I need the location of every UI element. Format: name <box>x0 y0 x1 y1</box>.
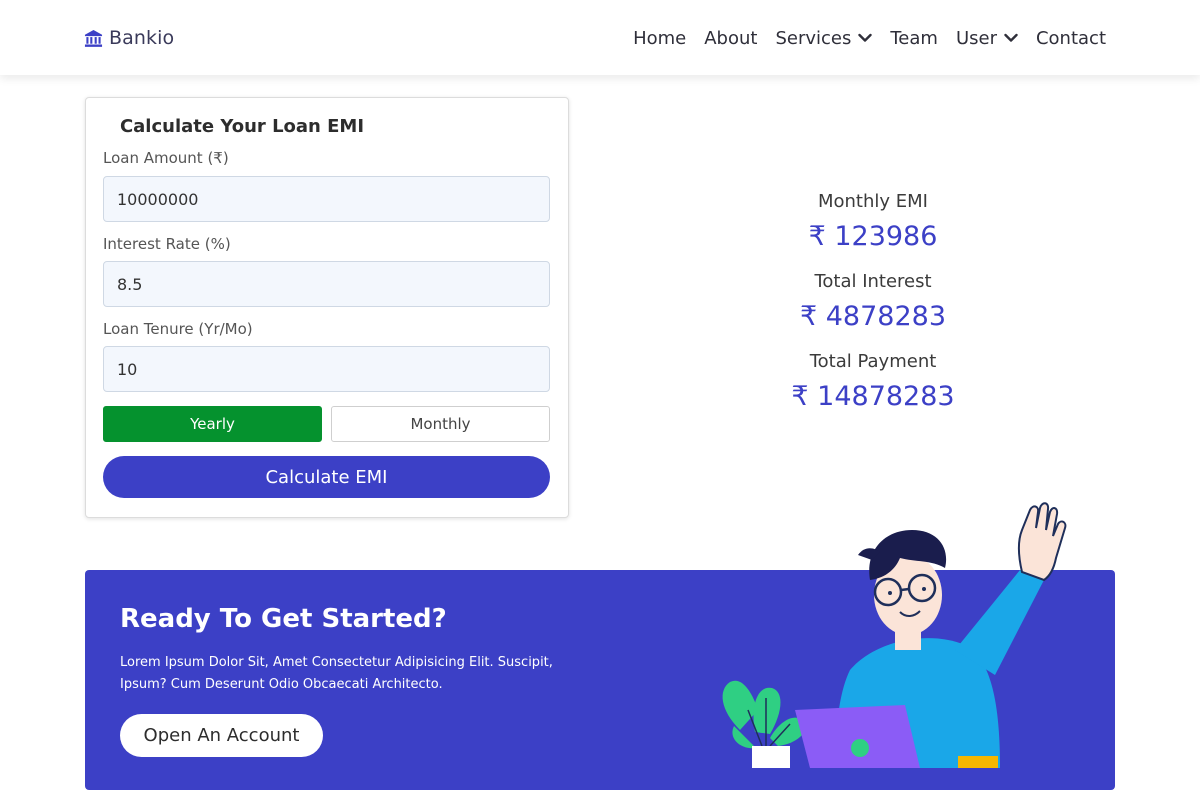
open-account-button[interactable]: Open An Account <box>120 714 323 757</box>
cta-title: Ready To Get Started? <box>120 604 447 634</box>
total-payment-value: ₹ 14878283 <box>791 381 955 412</box>
nav-user-label: User <box>955 27 997 49</box>
chevron-down-icon <box>858 33 873 42</box>
person-waving-illustration <box>722 502 1067 768</box>
calculator-title: Calculate Your Loan EMI <box>119 116 365 137</box>
site-header: Bankio Home About Services Team User Con… <box>0 0 1200 75</box>
brand-name: Bankio <box>109 27 175 49</box>
loan-amount-label: Loan Amount (₹) <box>103 149 229 167</box>
loan-tenure-input[interactable] <box>103 346 550 392</box>
nav-services[interactable]: Services <box>775 27 873 49</box>
nav-team-label: Team <box>890 27 938 49</box>
interest-rate-input[interactable] <box>103 261 550 307</box>
nav-home[interactable]: Home <box>633 28 686 49</box>
brand-logo[interactable]: Bankio <box>84 26 174 50</box>
loan-tenure-label: Loan Tenure (Yr/Mo) <box>103 320 253 338</box>
monthly-emi-value: ₹ 123986 <box>808 221 938 252</box>
interest-rate-label: Interest Rate (%) <box>103 235 231 253</box>
nav-contact[interactable]: Contact <box>1036 28 1106 49</box>
nav-contact-label: Contact <box>1035 27 1106 49</box>
total-interest-value: ₹ 4878283 <box>799 301 946 332</box>
laptop-icon <box>795 705 920 768</box>
loan-amount-input[interactable] <box>103 176 550 222</box>
tenure-yearly-toggle[interactable]: Yearly <box>103 406 322 442</box>
total-payment-label: Total Payment <box>809 351 937 372</box>
nav-about[interactable]: About <box>704 28 757 49</box>
nav-home-label: Home <box>633 27 687 49</box>
waving-hand <box>1018 502 1067 582</box>
total-interest-label: Total Interest <box>814 271 932 292</box>
monthly-emi-label: Monthly EMI <box>817 191 928 212</box>
nav-services-label: Services <box>775 27 852 49</box>
cta-description: Lorem Ipsum Dolor Sit, Amet Consectetur … <box>120 655 553 692</box>
tenure-monthly-toggle[interactable]: Monthly <box>331 406 550 442</box>
bank-building-icon <box>84 29 103 47</box>
main-nav: Home About Services Team User Contact <box>633 24 1106 52</box>
nav-user[interactable]: User <box>956 28 1018 49</box>
nav-about-label: About <box>704 27 758 49</box>
nav-team[interactable]: Team <box>890 28 938 49</box>
plant-icon <box>722 680 806 768</box>
chevron-down-icon <box>1004 33 1018 42</box>
calculate-emi-button[interactable]: Calculate EMI <box>103 456 550 498</box>
